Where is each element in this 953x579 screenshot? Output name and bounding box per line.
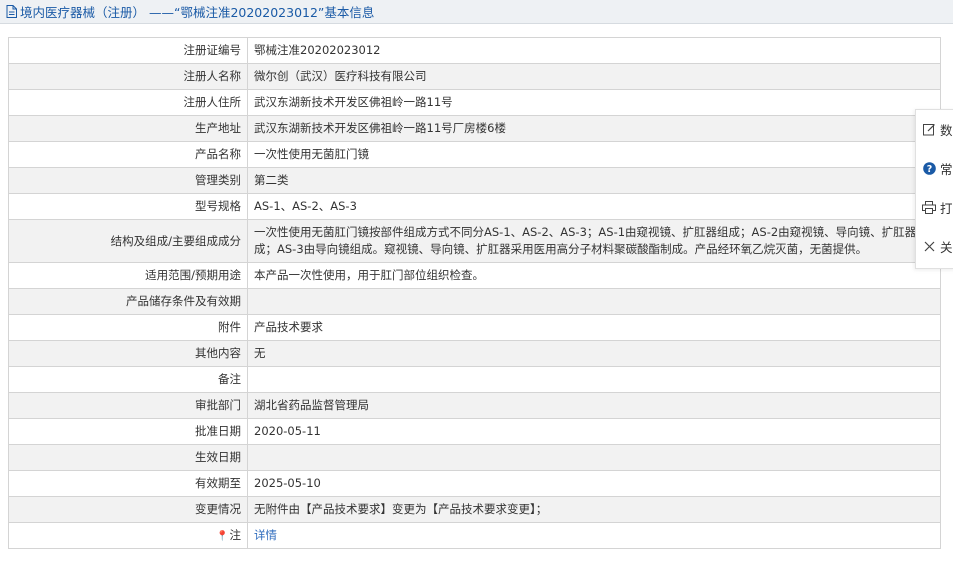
details-link[interactable]: 详情 xyxy=(254,528,277,542)
table-row: 产品名称 一次性使用无菌肛门镜 xyxy=(8,141,941,168)
row-label: 备注 xyxy=(8,366,248,393)
row-value xyxy=(247,288,941,315)
table-row: 结构及组成/主要组成成分 一次性使用无菌肛门镜按部件组成方式不同分AS-1、AS… xyxy=(8,219,941,263)
question-icon: ? xyxy=(922,161,936,175)
row-value: 2020-05-11 xyxy=(247,418,941,445)
row-value: 湖北省药品监督管理局 xyxy=(247,392,941,419)
row-label: 附件 xyxy=(8,314,248,341)
table-row: 变更情况 无附件由【产品技术要求】变更为【产品技术要求变更】； xyxy=(8,496,941,523)
row-value: 武汉东湖新技术开发区佛祖岭一路11号厂房楼6楼 xyxy=(247,115,941,142)
table-row: 其他内容 无 xyxy=(8,340,941,367)
table-row: 型号规格 AS-1、AS-2、AS-3 xyxy=(8,193,941,220)
svg-text:?: ? xyxy=(926,164,932,175)
row-value: 无附件由【产品技术要求】变更为【产品技术要求变更】； xyxy=(247,496,941,523)
row-label: 产品名称 xyxy=(8,141,248,168)
side-item-data[interactable]: 数 xyxy=(916,110,953,148)
row-label: 批准日期 xyxy=(8,418,248,445)
row-label: 变更情况 xyxy=(8,496,248,523)
row-label: 适用范围/预期用途 xyxy=(8,262,248,289)
table-row: 备注 xyxy=(8,366,941,393)
row-value: 武汉东湖新技术开发区佛祖岭一路11号 xyxy=(247,89,941,116)
row-label: 其他内容 xyxy=(8,340,248,367)
row-value: 本产品一次性使用，用于肛门部位组织检查。 xyxy=(247,262,941,289)
row-value: 详情 xyxy=(247,522,941,549)
device-info-table: 注册证编号 鄂械注准20202023012 注册人名称 微尔创（武汉）医疗科技有… xyxy=(8,37,941,549)
table-row: 生产地址 武汉东湖新技术开发区佛祖岭一路11号厂房楼6楼 xyxy=(8,115,941,142)
row-value: 产品技术要求 xyxy=(247,314,941,341)
close-icon xyxy=(922,239,936,253)
row-label: 注册人住所 xyxy=(8,89,248,116)
side-item-print[interactable]: 打 xyxy=(916,188,953,226)
table-row: 生效日期 xyxy=(8,444,941,471)
row-label: 有效期至 xyxy=(8,470,248,497)
pin-icon: 📍 xyxy=(216,530,229,542)
table-row: 注册人住所 武汉东湖新技术开发区佛祖岭一路11号 xyxy=(8,89,941,116)
row-label: 注册人名称 xyxy=(8,63,248,90)
row-label: 产品储存条件及有效期 xyxy=(8,288,248,315)
edit-icon xyxy=(922,122,936,136)
row-label: 型号规格 xyxy=(8,193,248,220)
row-value: 第二类 xyxy=(247,167,941,194)
row-label: 管理类别 xyxy=(8,167,248,194)
row-value: AS-1、AS-2、AS-3 xyxy=(247,193,941,220)
row-label: 生产地址 xyxy=(8,115,248,142)
row-value: 无 xyxy=(247,340,941,367)
row-value: 一次性使用无菌肛门镜按部件组成方式不同分AS-1、AS-2、AS-3；AS-1由… xyxy=(247,219,941,263)
row-value xyxy=(247,444,941,471)
side-item-label: 关 xyxy=(940,239,953,255)
side-item-label: 数 xyxy=(940,122,953,138)
row-label: 注册证编号 xyxy=(8,37,248,64)
row-label: 结构及组成/主要组成成分 xyxy=(8,219,248,263)
side-toolbar: 数 ? 常 打 关 xyxy=(915,109,953,269)
table-row: 有效期至 2025-05-10 xyxy=(8,470,941,497)
side-item-close[interactable]: 关 xyxy=(916,227,953,265)
row-value: 鄂械注准20202023012 xyxy=(247,37,941,64)
row-value xyxy=(247,366,941,393)
row-value: 一次性使用无菌肛门镜 xyxy=(247,141,941,168)
row-value: 2025-05-10 xyxy=(247,470,941,497)
side-item-label: 打 xyxy=(940,200,953,216)
table-row: 适用范围/预期用途 本产品一次性使用，用于肛门部位组织检查。 xyxy=(8,262,941,289)
side-item-faq[interactable]: ? 常 xyxy=(916,149,953,187)
document-icon xyxy=(6,5,17,18)
row-label: 📍注 xyxy=(8,522,248,549)
row-label: 审批部门 xyxy=(8,392,248,419)
table-row: 注册人名称 微尔创（武汉）医疗科技有限公司 xyxy=(8,63,941,90)
page-title: 境内医疗器械（注册） ——“鄂械注准20202023012”基本信息 xyxy=(20,5,375,20)
table-row: 审批部门 湖北省药品监督管理局 xyxy=(8,392,941,419)
row-value: 微尔创（武汉）医疗科技有限公司 xyxy=(247,63,941,90)
table-row: 注册证编号 鄂械注准20202023012 xyxy=(8,37,941,64)
table-row: 管理类别 第二类 xyxy=(8,167,941,194)
table-row: 📍注 详情 xyxy=(8,522,941,549)
note-label: 注 xyxy=(229,527,242,542)
print-icon xyxy=(922,200,936,214)
side-item-label: 常 xyxy=(940,161,953,177)
table-row: 附件 产品技术要求 xyxy=(8,314,941,341)
page-title-bar: 境内医疗器械（注册） ——“鄂械注准20202023012”基本信息 xyxy=(0,0,953,24)
row-label: 生效日期 xyxy=(8,444,248,471)
table-row: 产品储存条件及有效期 xyxy=(8,288,941,315)
table-row: 批准日期 2020-05-11 xyxy=(8,418,941,445)
